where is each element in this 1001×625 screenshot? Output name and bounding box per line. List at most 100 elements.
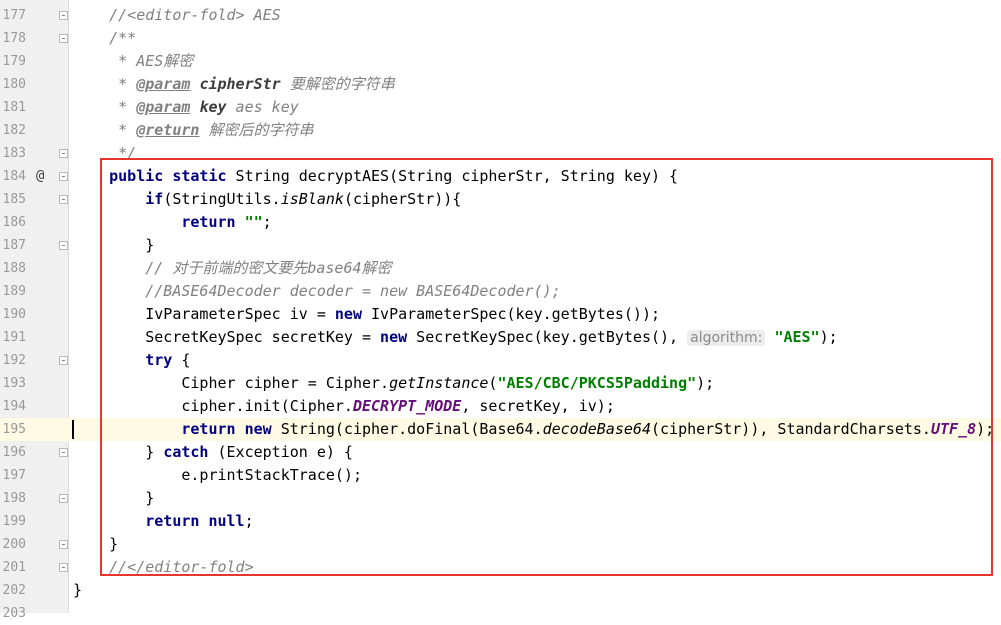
line-number[interactable]: 177 (0, 4, 26, 27)
line-number[interactable]: 192 (0, 349, 26, 372)
fold-toggle-icon[interactable] (59, 11, 68, 20)
code-text[interactable]: * @param key aes key (73, 96, 299, 119)
code-text[interactable]: } (73, 487, 154, 510)
code-text[interactable]: return new String(cipher.doFinal(Base64.… (73, 418, 994, 441)
line-number[interactable]: 187 (0, 234, 26, 257)
line-number[interactable]: 202 (0, 579, 26, 602)
code-text[interactable]: //</editor-fold> (73, 556, 254, 579)
line-number[interactable]: 181 (0, 96, 26, 119)
code-line[interactable]: 195 return new String(cipher.doFinal(Bas… (0, 418, 1001, 441)
code-token: decodeBase64 (542, 420, 651, 438)
line-number[interactable]: 182 (0, 119, 26, 142)
fold-toggle-icon[interactable] (59, 448, 68, 457)
line-number[interactable]: 179 (0, 50, 26, 73)
code-text[interactable]: try { (73, 349, 190, 372)
line-number[interactable]: 185 (0, 188, 26, 211)
line-number[interactable]: 191 (0, 326, 26, 349)
line-number[interactable]: 190 (0, 303, 26, 326)
line-number[interactable]: 186 (0, 211, 26, 234)
code-token: (StringUtils. (163, 190, 281, 208)
fold-toggle-icon[interactable] (59, 563, 68, 572)
line-number[interactable]: 197 (0, 464, 26, 487)
code-text[interactable]: * @param cipherStr 要解密的字符串 (73, 73, 395, 96)
fold-toggle-icon[interactable] (59, 540, 68, 549)
code-text[interactable]: IvParameterSpec iv = new IvParameterSpec… (73, 303, 660, 326)
code-line[interactable]: 192 try { (0, 349, 1001, 372)
code-text[interactable]: if(StringUtils.isBlank(cipherStr)){ (73, 188, 461, 211)
line-number[interactable]: 188 (0, 257, 26, 280)
code-line[interactable]: 191 SecretKeySpec secretKey = new Secret… (0, 326, 1001, 349)
code-line[interactable]: 178 /** (0, 27, 1001, 50)
code-line[interactable]: 185 if(StringUtils.isBlank(cipherStr)){ (0, 188, 1001, 211)
code-token: 要解密的字符串 (280, 75, 395, 93)
code-line[interactable]: 199 return null; (0, 510, 1001, 533)
code-line[interactable]: 182 * @return 解密后的字符串 (0, 119, 1001, 142)
line-number[interactable]: 183 (0, 142, 26, 165)
code-text[interactable]: //BASE64Decoder decoder = new BASE64Deco… (73, 280, 560, 303)
code-text[interactable]: } catch (Exception e) { (73, 441, 353, 464)
line-number[interactable]: 180 (0, 73, 26, 96)
code-line[interactable]: 189 //BASE64Decoder decoder = new BASE64… (0, 280, 1001, 303)
code-line[interactable]: 190 IvParameterSpec iv = new IvParameter… (0, 303, 1001, 326)
line-number[interactable]: 196 (0, 441, 26, 464)
line-number[interactable]: 189 (0, 280, 26, 303)
code-line[interactable]: 200 } (0, 533, 1001, 556)
line-number[interactable]: 184 (0, 165, 26, 188)
fold-toggle-icon[interactable] (59, 494, 68, 503)
fold-toggle-icon[interactable] (59, 356, 68, 365)
code-line[interactable]: 194 cipher.init(Cipher.DECRYPT_MODE, sec… (0, 395, 1001, 418)
code-text[interactable]: } (73, 579, 82, 602)
code-text[interactable]: return null; (73, 510, 253, 533)
code-line[interactable]: 197 e.printStackTrace(); (0, 464, 1001, 487)
code-text[interactable]: */ (73, 142, 136, 165)
code-token: isBlank (280, 190, 344, 208)
code-token: } (73, 443, 164, 461)
code-token: try (145, 351, 173, 369)
fold-toggle-icon[interactable] (59, 172, 68, 181)
fold-toggle-icon[interactable] (59, 34, 68, 43)
code-text[interactable]: //<editor-fold> AES (73, 4, 281, 27)
code-token: IvParameterSpec iv = (73, 305, 335, 323)
line-number[interactable]: 199 (0, 510, 26, 533)
code-line[interactable]: 186 return ""; (0, 211, 1001, 234)
fold-toggle-icon[interactable] (59, 241, 68, 250)
code-line[interactable]: 187 } (0, 234, 1001, 257)
code-line[interactable]: 179 * AES解密 (0, 50, 1001, 73)
line-number[interactable]: 193 (0, 372, 26, 395)
code-text[interactable]: * AES解密 (73, 50, 193, 73)
line-number[interactable]: 203 (0, 602, 26, 625)
code-text[interactable]: e.printStackTrace(); (73, 464, 362, 487)
line-number[interactable]: 194 (0, 395, 26, 418)
code-line[interactable]: 184 @ public static String decryptAES(Str… (0, 165, 1001, 188)
line-number[interactable]: 200 (0, 533, 26, 556)
line-number[interactable]: 178 (0, 27, 26, 50)
fold-toggle-icon[interactable] (59, 195, 68, 204)
code-line[interactable]: 188 // 对于前端的密文要先base64解密 (0, 257, 1001, 280)
code-line[interactable]: 202} (0, 579, 1001, 602)
code-text[interactable]: * @return 解密后的字符串 (73, 119, 313, 142)
code-line[interactable]: 201 //</editor-fold> (0, 556, 1001, 579)
code-editor[interactable]: 177 //<editor-fold> AES 178 /** 179 * AES解… (0, 0, 1001, 621)
code-line[interactable]: 203 (0, 602, 1001, 625)
code-line[interactable]: 180 * @param cipherStr 要解密的字符串 (0, 73, 1001, 96)
code-line[interactable]: 183 */ (0, 142, 1001, 165)
code-line[interactable]: 181 * @param key aes key (0, 96, 1001, 119)
code-text[interactable]: cipher.init(Cipher.DECRYPT_MODE, secretK… (73, 395, 615, 418)
code-text[interactable]: public static String decryptAES(String c… (73, 165, 678, 188)
code-text[interactable]: Cipher cipher = Cipher.getInstance("AES/… (73, 372, 714, 395)
code-text[interactable]: // 对于前端的密文要先base64解密 (73, 257, 391, 280)
code-text[interactable]: return ""; (73, 211, 271, 234)
code-text[interactable]: SecretKeySpec secretKey = new SecretKeyS… (73, 326, 838, 350)
fold-toggle-icon[interactable] (59, 149, 68, 158)
override-gutter-icon[interactable]: @ (36, 165, 44, 188)
code-text[interactable]: } (73, 234, 154, 257)
line-number[interactable]: 195 (0, 418, 26, 441)
code-text[interactable]: /** (73, 27, 136, 50)
code-line[interactable]: 196 } catch (Exception e) { (0, 441, 1001, 464)
code-line[interactable]: 177 //<editor-fold> AES (0, 4, 1001, 27)
code-line[interactable]: 198 } (0, 487, 1001, 510)
code-line[interactable]: 193 Cipher cipher = Cipher.getInstance("… (0, 372, 1001, 395)
code-text[interactable]: } (73, 533, 118, 556)
line-number[interactable]: 198 (0, 487, 26, 510)
line-number[interactable]: 201 (0, 556, 26, 579)
